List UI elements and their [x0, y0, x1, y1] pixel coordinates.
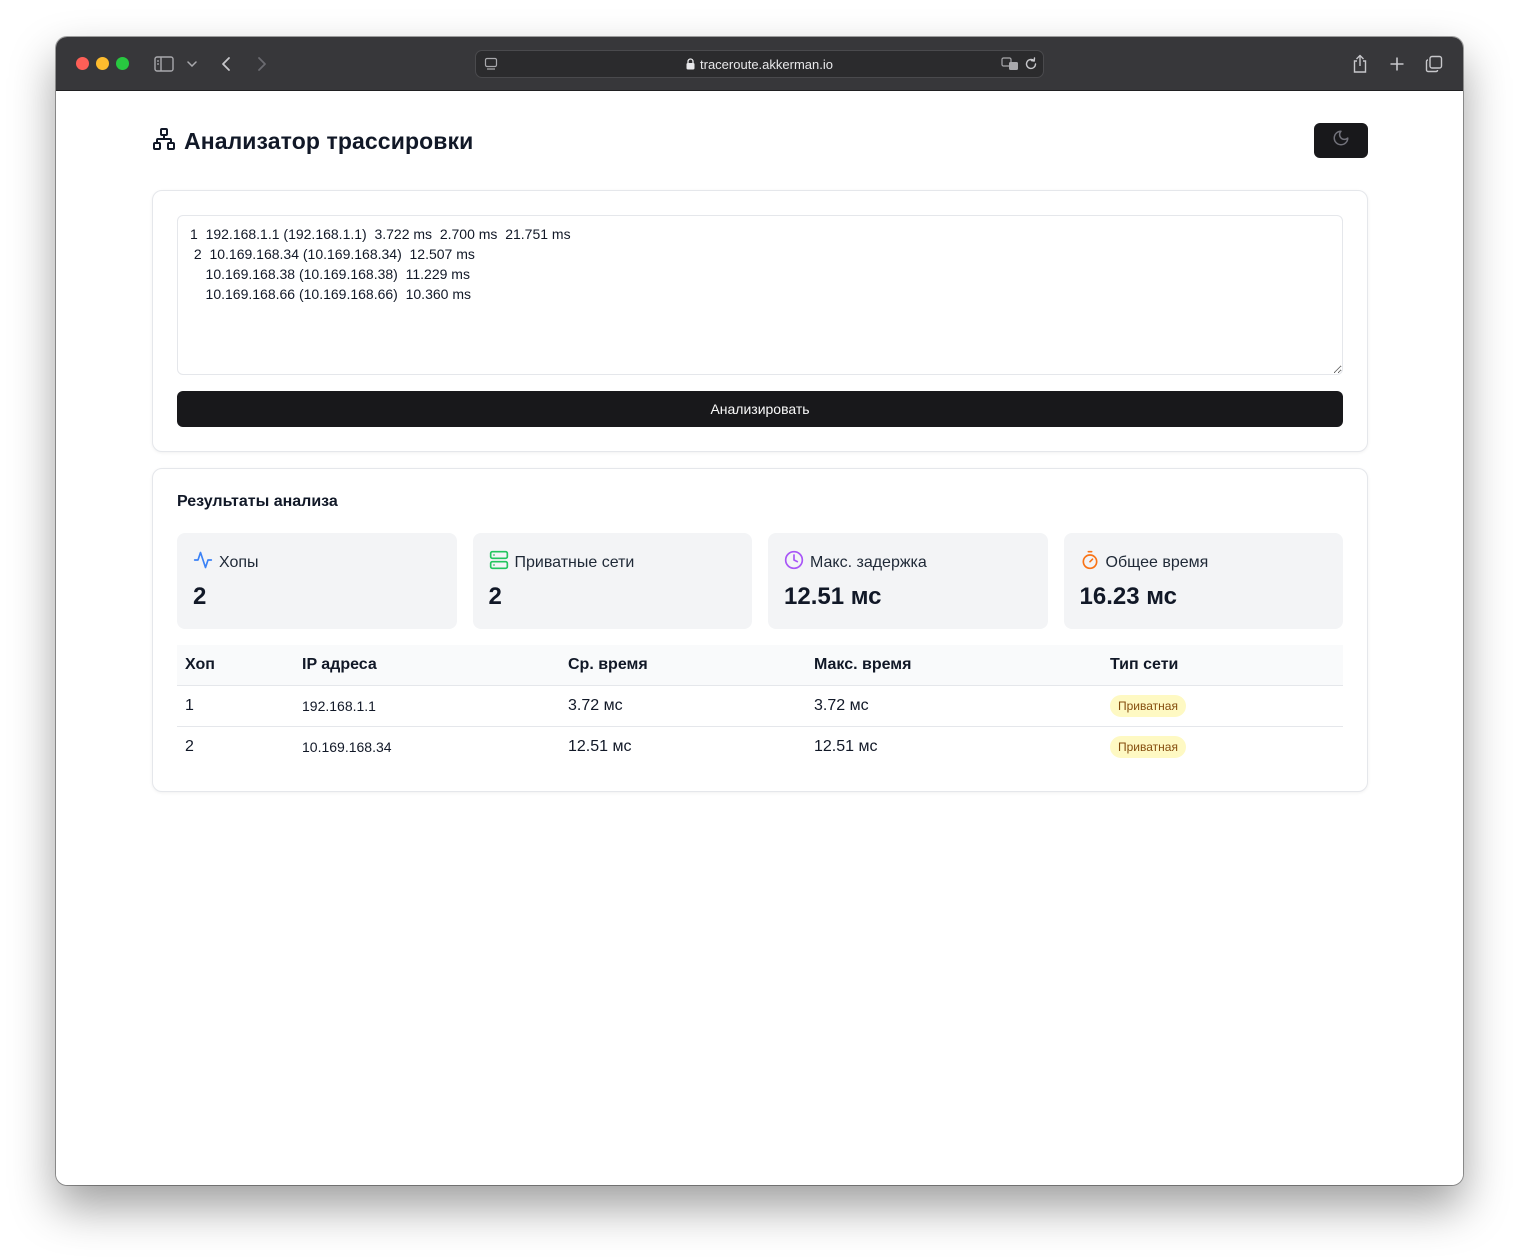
share-icon[interactable]	[1350, 52, 1370, 76]
network-icon	[152, 127, 176, 156]
sidebar-toggle-icon[interactable]	[153, 52, 175, 76]
server-icon	[489, 550, 509, 575]
analyze-button[interactable]: Анализировать	[177, 391, 1343, 427]
network-type-badge: Приватная	[1110, 694, 1186, 717]
cell-hop: 1	[177, 685, 294, 727]
moon-icon	[1332, 129, 1350, 152]
table-row: 1 192.168.1.1 3.72 мс 3.72 мс Приватная	[177, 685, 1343, 727]
browser-toolbar: traceroute.akkerman.io	[56, 37, 1463, 91]
cell-network-type: Приватная	[1102, 685, 1343, 727]
stat-value: 2	[488, 583, 502, 610]
stat-max-latency: Макс. задержка 12.51 мс	[768, 533, 1048, 629]
stat-value: 12.51 мс	[784, 583, 882, 610]
new-tab-plus-icon[interactable]	[1387, 52, 1407, 76]
traceroute-input[interactable]: 1 192.168.1.1 (192.168.1.1) 3.722 ms 2.7…	[177, 215, 1343, 375]
address-bar[interactable]: traceroute.akkerman.io	[475, 50, 1044, 78]
stat-label: Общее время	[1105, 553, 1209, 571]
reload-icon[interactable]	[1023, 55, 1039, 73]
results-title: Результаты анализа	[177, 493, 338, 510]
activity-icon	[193, 550, 213, 575]
theme-toggle-button[interactable]	[1314, 123, 1368, 158]
results-card: Результаты анализа Хопы 2 Приватные сети…	[152, 468, 1368, 792]
maximize-window-button[interactable]	[116, 57, 129, 70]
minimize-window-button[interactable]	[96, 57, 109, 70]
page-title: Анализатор трассировки	[184, 128, 474, 154]
cell-max-time: 3.72 мс	[806, 685, 1102, 727]
stats-row: Хопы 2 Приватные сети 2 Макс. задержка 1…	[177, 533, 1343, 629]
translate-icon[interactable]	[1000, 55, 1020, 73]
stat-hops: Хопы 2	[177, 533, 457, 629]
page-header: Анализатор трассировки	[152, 127, 473, 156]
cell-avg-time: 12.51 мс	[568, 737, 632, 755]
table-row: 2 10.169.168.34 12.51 мс 12.51 мс Приват…	[177, 726, 1343, 767]
network-type-badge: Приватная	[1110, 735, 1186, 758]
column-header-network-type: Тип сети	[1102, 645, 1343, 686]
stat-label: Хопы	[219, 553, 259, 571]
timer-icon	[1080, 550, 1100, 575]
forward-arrow-icon[interactable]	[254, 52, 270, 76]
cell-network-type: Приватная	[1102, 726, 1343, 767]
browser-window: traceroute.akkerman.io Анализатор трасси…	[56, 37, 1463, 1185]
cell-ip: 192.168.1.1	[294, 685, 560, 727]
cell-ip: 10.169.168.34	[302, 738, 392, 755]
back-arrow-icon[interactable]	[218, 52, 234, 76]
close-window-button[interactable]	[76, 57, 89, 70]
tab-overview-icon[interactable]	[1424, 52, 1444, 76]
cell-hop: 2	[185, 737, 194, 755]
page-content: Анализатор трассировки 1 192.168.1.1 (19…	[56, 91, 1463, 1185]
stat-value: 2	[193, 583, 207, 610]
chevron-down-icon[interactable]	[186, 52, 198, 76]
cell-avg-time: 3.72 мс	[560, 685, 806, 727]
table-header-row: Хоп IP адреса Ср. время Макс. время Тип …	[177, 645, 1343, 686]
stat-total-time: Общее время 16.23 мс	[1063, 533, 1343, 629]
input-card: 1 192.168.1.1 (192.168.1.1) 3.722 ms 2.7…	[152, 190, 1368, 452]
clock-icon	[784, 550, 804, 575]
lock-icon	[686, 58, 695, 73]
stat-label: Приватные сети	[514, 553, 635, 571]
stat-value: 16.23 мс	[1079, 583, 1178, 610]
stat-private-networks: Приватные сети 2	[472, 533, 752, 629]
column-header-max-time: Макс. время	[806, 645, 1102, 686]
hops-table: Хоп IP адреса Ср. время Макс. время Тип …	[177, 645, 1343, 767]
url-text: traceroute.akkerman.io	[700, 57, 833, 72]
stat-label: Макс. задержка	[810, 553, 927, 571]
column-header-hop: Хоп	[177, 645, 294, 686]
column-header-ip: IP адреса	[294, 645, 560, 686]
cell-max-time: 12.51 мс	[814, 737, 878, 755]
column-header-avg-time: Ср. время	[560, 645, 806, 686]
